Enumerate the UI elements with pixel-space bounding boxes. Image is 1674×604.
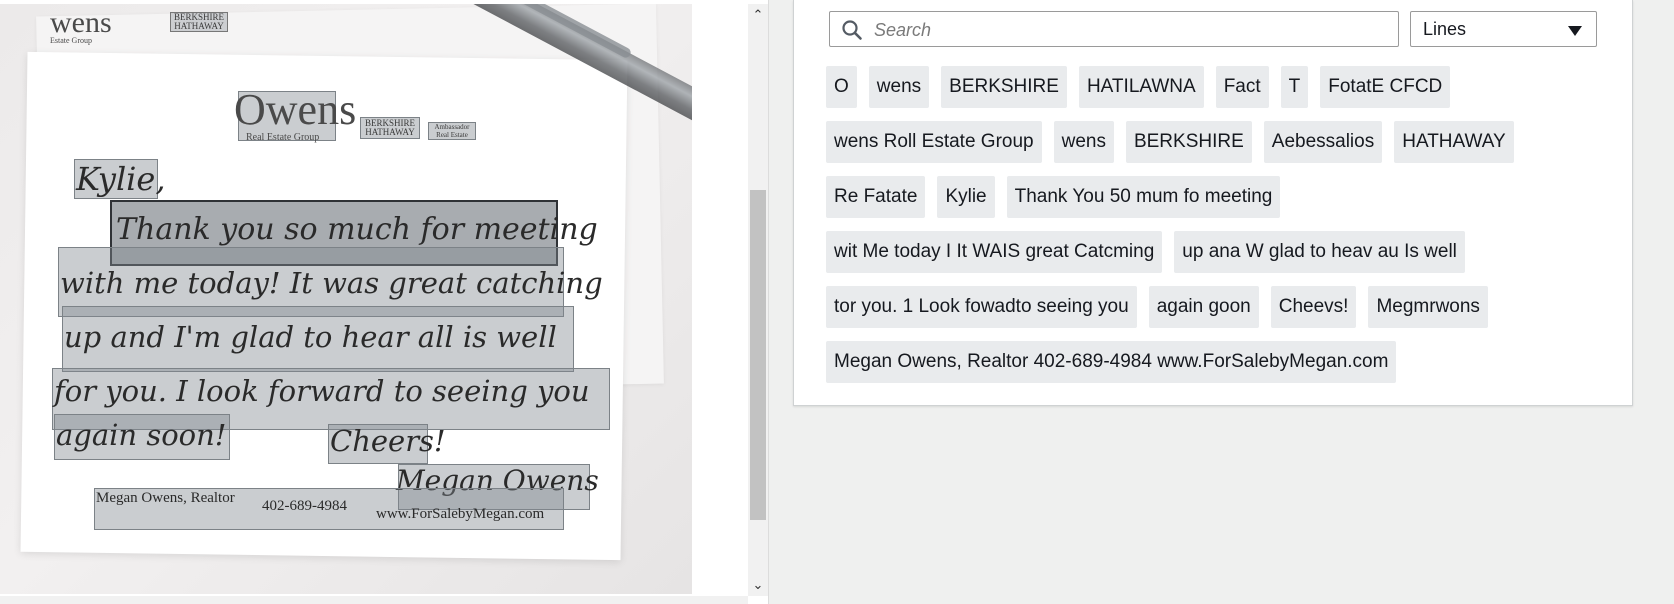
horizontal-scrollbar[interactable]: [0, 596, 748, 604]
note-line-2: Thank you so much for meeting: [116, 212, 598, 247]
result-chip[interactable]: FotatE CFCD: [1320, 66, 1451, 108]
result-row: wens Roll Estate Group wens BERKSHIRE Aebes…: [826, 121, 1616, 163]
berkshire-hathaway-logo: BERKSHIRE HATHAWAY: [364, 118, 415, 137]
footer-name: Megan Owens, Realtor: [96, 490, 235, 506]
search-input[interactable]: [872, 12, 1396, 48]
results-panel: Lines Owens BERKSHIRE HATILAWNA Fact T FotatE…: [793, 0, 1633, 406]
note-line-4: up and I'm glad to hear all is well: [64, 320, 557, 354]
result-chip[interactable]: wens: [868, 66, 930, 108]
result-row: tor you. 1 Look fowadto seeing you again …: [826, 286, 1616, 328]
note-line-1: Kylie,: [76, 160, 166, 198]
caret-down-icon: [1568, 26, 1582, 36]
result-chip[interactable]: HATHAWAY: [1394, 121, 1514, 163]
result-chip[interactable]: up ana W glad to heav au Is well: [1174, 231, 1465, 273]
result-row: Megan Owens, Realtor 402-689-4984 www.Fo…: [826, 341, 1616, 383]
scroll-up-icon[interactable]: ⌃: [748, 6, 768, 24]
result-chip[interactable]: again goon: [1148, 286, 1259, 328]
result-chip[interactable]: Megan Owens, Realtor 402-689-4984 www.Fo…: [826, 341, 1397, 383]
note-line-6: again soon!: [56, 418, 227, 452]
result-chip[interactable]: BERKSHIRE: [1125, 121, 1252, 163]
result-chip[interactable]: HATILAWNA: [1078, 66, 1204, 108]
result-chip[interactable]: Aebessalios: [1263, 121, 1383, 163]
granularity-select[interactable]: Lines: [1410, 11, 1597, 47]
note-line-5: for you. I look forward to seeing you: [54, 374, 590, 408]
result-row: Re Fatate Kylie Thank You 50 mum fo meetin…: [826, 176, 1616, 218]
result-chip[interactable]: tor you. 1 Look fowadto seeing you: [826, 286, 1137, 328]
document-photo: wens Estate Group BERKSHIRE HATHAWAY Owe…: [0, 4, 692, 594]
result-row: wit Me today I It WAIS great Catcming up …: [826, 231, 1616, 273]
detected-text-list: Owens BERKSHIRE HATILAWNA Fact T FotatE CFCD w…: [826, 66, 1616, 396]
footer-url: www.ForSalebyMegan.com: [376, 506, 545, 522]
result-chip[interactable]: Kylie: [937, 176, 995, 218]
result-row: Owens BERKSHIRE HATILAWNA Fact T FotatE CFCD: [826, 66, 1616, 108]
result-chip[interactable]: Megmrwons: [1368, 286, 1488, 328]
note-line-3: with me today! It was great catching: [60, 266, 603, 300]
granularity-select-value: Lines: [1423, 19, 1467, 39]
scroll-down-icon[interactable]: ⌄: [748, 576, 768, 594]
result-chip[interactable]: wit Me today I It WAIS great Catcming: [826, 231, 1163, 273]
result-chip[interactable]: Fact: [1215, 66, 1269, 108]
search-icon: [842, 20, 862, 40]
result-chip[interactable]: O: [826, 66, 857, 108]
owens-logo: Owens Real Estate Group: [234, 85, 357, 144]
ambassador-logo: Ambassador Real Estate: [434, 123, 470, 139]
note-cheers: Cheers!: [330, 424, 446, 458]
footer-phone: 402-689-4984: [262, 498, 347, 514]
result-chip[interactable]: wens: [1053, 121, 1114, 163]
result-chip[interactable]: T: [1280, 66, 1309, 108]
result-chip[interactable]: Thank You 50 mum fo meeting: [1006, 176, 1281, 218]
small-berkshire-logo: BERKSHIRE HATHAWAY: [170, 12, 228, 32]
result-chip[interactable]: Cheevs!: [1270, 286, 1357, 328]
result-chip[interactable]: Re Fatate: [826, 176, 926, 218]
scrollbar-thumb[interactable]: [750, 190, 766, 520]
small-owens-logo: wens Estate Group: [50, 6, 112, 45]
result-chip[interactable]: wens Roll Estate Group: [826, 121, 1042, 163]
vertical-scrollbar[interactable]: ⌃ ⌄: [748, 4, 768, 596]
search-box[interactable]: [829, 11, 1399, 48]
result-chip[interactable]: BERKSHIRE: [941, 66, 1067, 108]
image-viewer: wens Estate Group BERKSHIRE HATHAWAY Owe…: [0, 0, 769, 604]
